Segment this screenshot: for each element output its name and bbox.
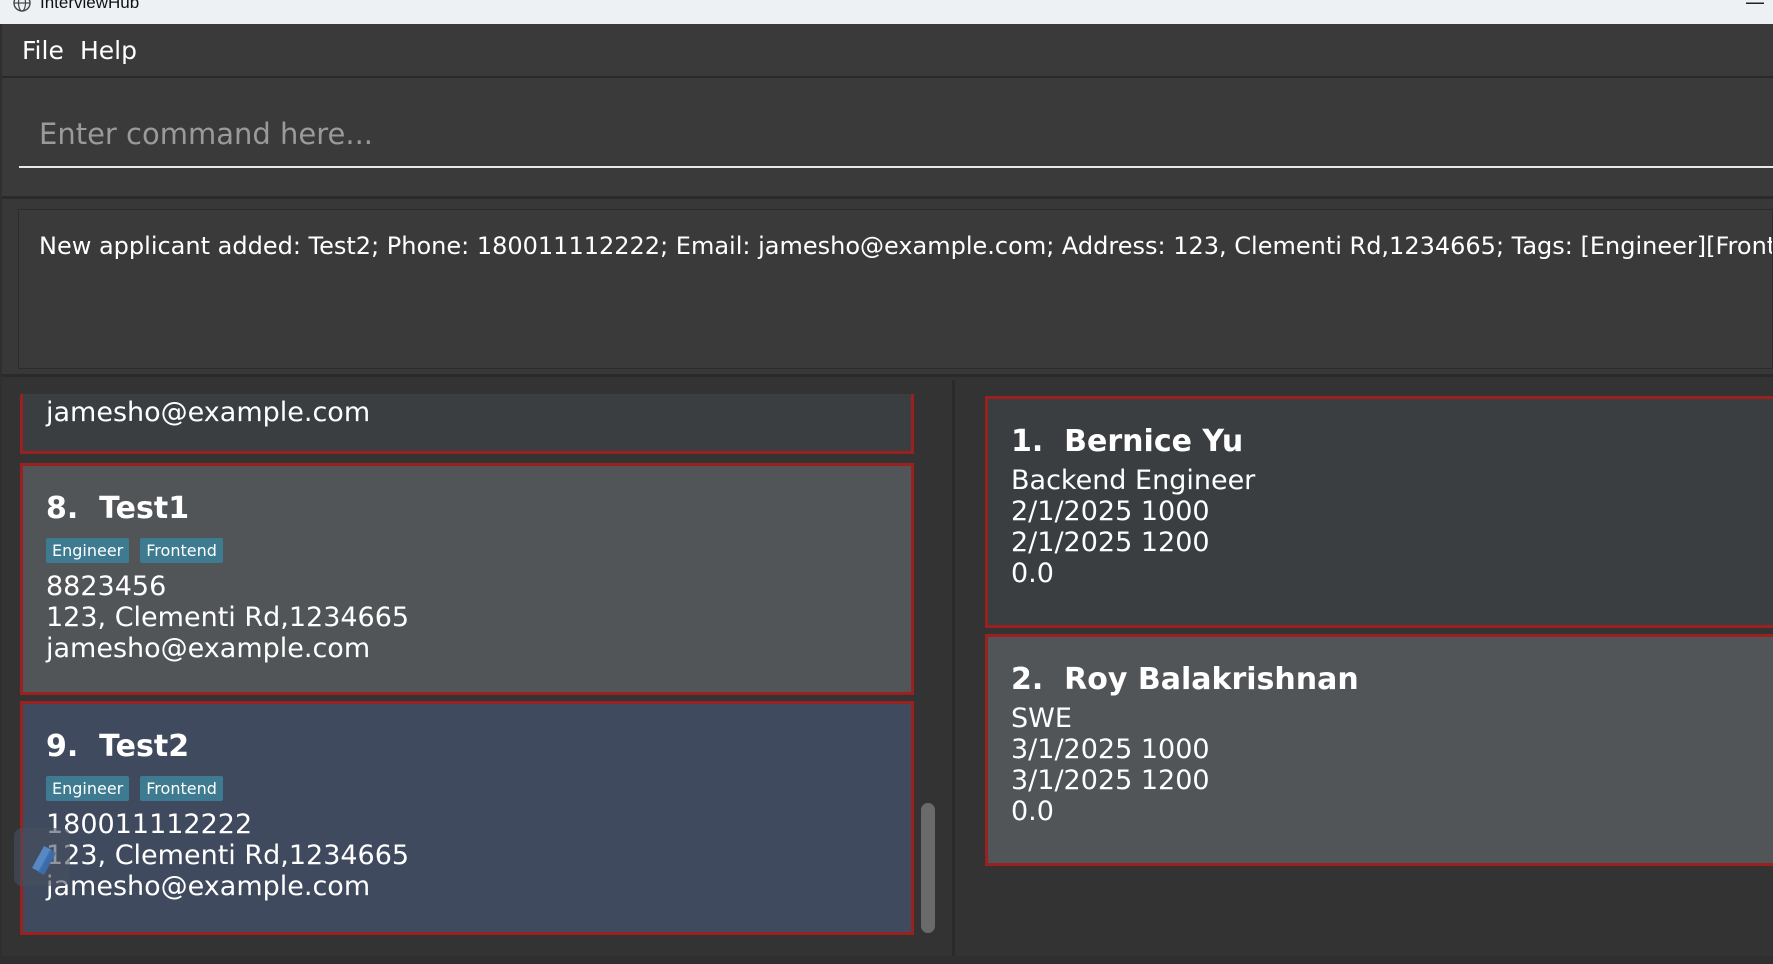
menu-bar: File Help [2,24,1773,78]
panel-divider[interactable] [952,380,955,956]
title-bar: InterviewHub — [0,0,1773,24]
applicant-list[interactable]: jamesho@example.com 8. Test1 Engineer Fr… [18,394,918,938]
interview-card[interactable]: 2. Roy Balakrishnan SWE 3/1/2025 1000 3/… [985,634,1773,866]
interview-end: 2/1/2025 1200 [1011,527,1210,558]
applicant-email: jamesho@example.com [46,633,371,664]
result-display-area: New applicant added: Test2; Phone: 18001… [2,196,1773,374]
command-box [2,78,1773,196]
applicant-phone: 180011112222 [46,809,253,840]
interview-role: SWE [1011,703,1072,734]
interview-start: 2/1/2025 1000 [1011,496,1210,527]
result-display: New applicant added: Test2; Phone: 18001… [18,209,1773,369]
interview-score: 0.0 [1011,558,1054,589]
interview-name: 1. Bernice Yu [1011,424,1244,459]
menu-help[interactable]: Help [80,36,137,65]
interview-end: 3/1/2025 1200 [1011,765,1210,796]
applicant-email: jamesho@example.com [46,397,371,428]
interview-list[interactable]: 1. Bernice Yu Backend Engineer 2/1/2025 … [982,394,1773,938]
minimize-button[interactable]: — [1745,0,1765,14]
applicant-email: jamesho@example.com [46,871,371,902]
menu-file[interactable]: File [22,36,64,65]
scrollbar-thumb[interactable] [921,803,935,933]
applicant-name: 9. Test2 [46,729,190,764]
window-title: InterviewHub [40,0,140,12]
tag: Frontend [140,776,223,801]
interview-start: 3/1/2025 1000 [1011,734,1210,765]
globe-icon [13,0,31,12]
interview-score: 0.0 [1011,796,1054,827]
applicant-name: 8. Test1 [46,491,190,526]
applicant-phone: 8823456 [46,571,167,602]
command-input[interactable] [19,102,1773,168]
applicant-card[interactable]: 8. Test1 Engineer Frontend 8823456 123, … [20,463,914,695]
interview-name: 2. Roy Balakrishnan [1011,662,1359,697]
tag: Engineer [46,776,130,801]
tag: Frontend [140,538,223,563]
applicant-tags: Engineer Frontend [46,776,223,801]
applicant-card[interactable]: jamesho@example.com [20,394,914,454]
applicant-card-selected[interactable]: 9. Test2 Engineer Frontend 180011112222 … [20,701,914,935]
applicant-address: 123, Clementi Rd,1234665 [46,840,410,871]
applicant-tags: Engineer Frontend [46,538,223,563]
applicant-address: 123, Clementi Rd,1234665 [46,602,410,633]
tag: Engineer [46,538,130,563]
floating-tool-icon[interactable] [14,828,70,886]
interview-card[interactable]: 1. Bernice Yu Backend Engineer 2/1/2025 … [985,396,1773,628]
interview-role: Backend Engineer [1011,465,1256,496]
